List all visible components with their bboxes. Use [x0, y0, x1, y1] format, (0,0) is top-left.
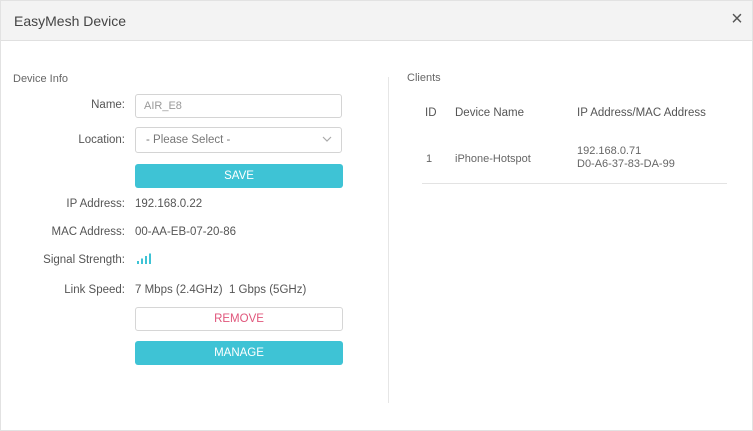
- client-mac-address: D0-A6-37-83-DA-99: [577, 158, 675, 170]
- chevron-down-icon: [322, 136, 332, 142]
- remove-button[interactable]: REMOVE: [135, 307, 343, 331]
- row-divider: [422, 183, 727, 184]
- mac-address-value: 00-AA-EB-07-20-86: [135, 226, 236, 238]
- clients-heading: Clients: [407, 72, 441, 84]
- location-label: Location:: [78, 134, 125, 146]
- dialog-title: EasyMesh Device: [14, 13, 127, 29]
- device-info-heading: Device Info: [13, 73, 69, 85]
- close-icon[interactable]: ×: [726, 8, 748, 30]
- save-button[interactable]: SAVE: [135, 164, 343, 188]
- column-header-id: ID: [425, 107, 437, 119]
- panel-divider: [388, 77, 389, 403]
- location-selected-value: - Please Select -: [146, 134, 231, 146]
- link-speed-label: Link Speed:: [64, 284, 125, 296]
- dialog-titlebar: EasyMesh Device ×: [1, 1, 752, 41]
- column-header-ip-mac: IP Address/MAC Address: [577, 107, 706, 119]
- client-id: 1: [426, 153, 433, 165]
- manage-button[interactable]: MANAGE: [135, 341, 343, 365]
- link-speed-value: 7 Mbps (2.4GHz) 1 Gbps (5GHz): [135, 284, 307, 296]
- easymesh-device-dialog: EasyMesh Device × Device Info Name: Loca…: [0, 0, 753, 431]
- ip-address-label: IP Address:: [66, 198, 125, 210]
- name-input[interactable]: [135, 94, 342, 118]
- signal-strength-label: Signal Strength:: [43, 254, 125, 266]
- location-select[interactable]: - Please Select -: [135, 127, 342, 153]
- signal-strength-icon: [137, 253, 151, 264]
- mac-address-label: MAC Address:: [51, 226, 126, 238]
- client-device-name: iPhone-Hotspot: [455, 153, 531, 165]
- ip-address-value: 192.168.0.22: [135, 198, 203, 210]
- column-header-device-name: Device Name: [455, 107, 525, 119]
- client-ip-address: 192.168.0.71: [577, 145, 642, 157]
- name-label: Name:: [91, 99, 125, 111]
